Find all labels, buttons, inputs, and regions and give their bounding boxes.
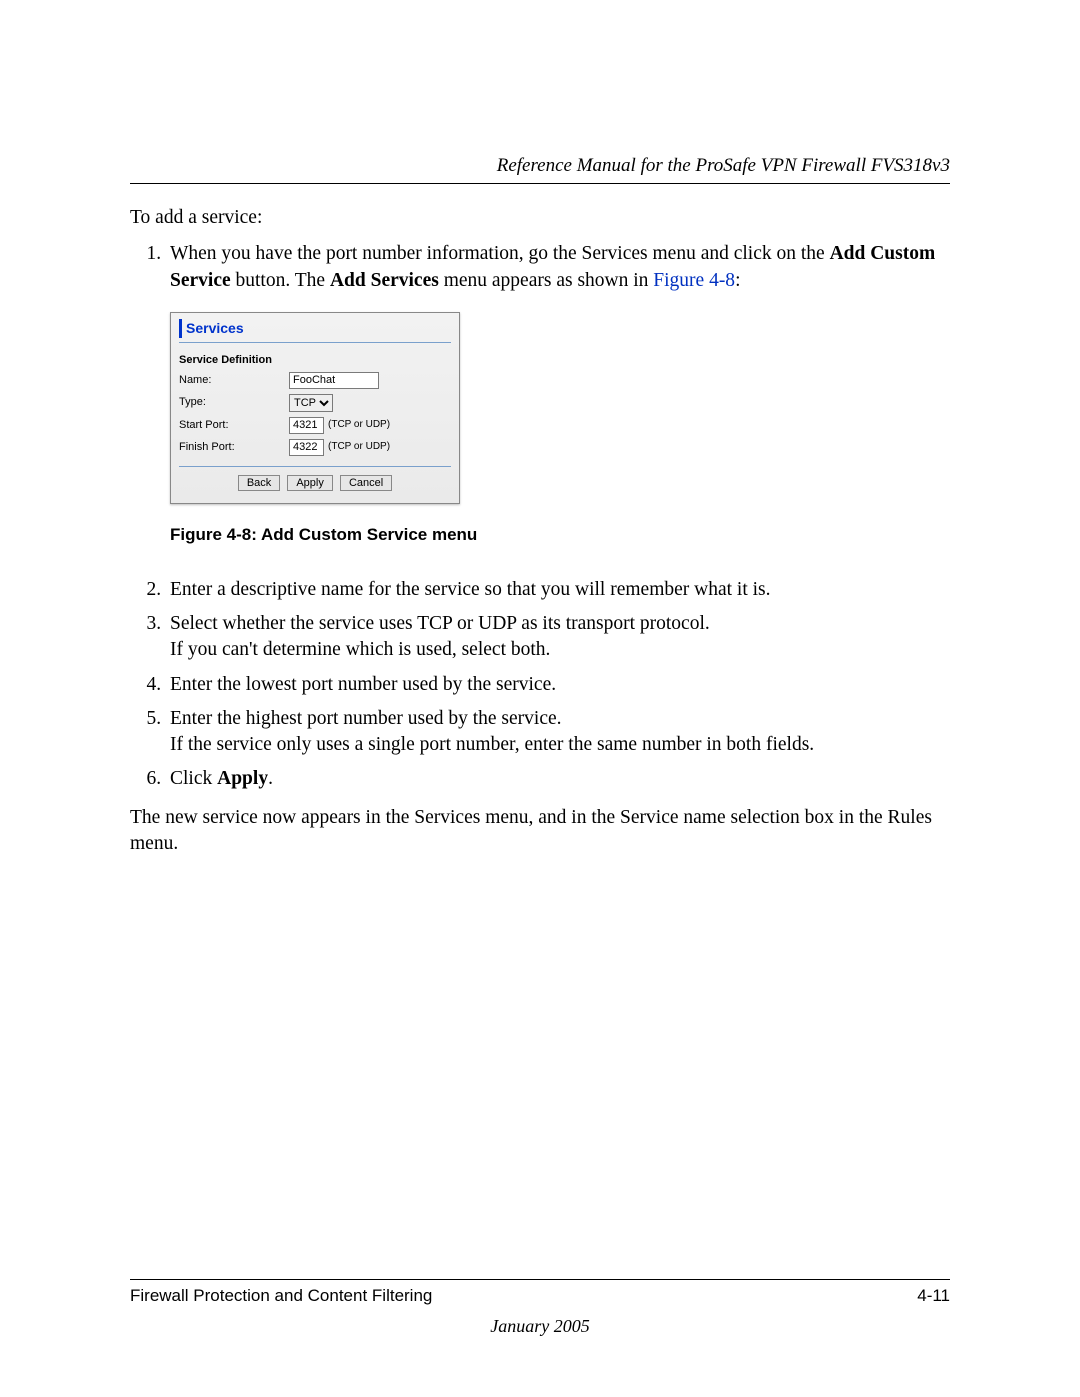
step1-pre: When you have the port number informatio… — [170, 243, 830, 264]
step5-line2: If the service only uses a single port n… — [170, 734, 814, 755]
step1-post: menu appears as shown in — [439, 270, 653, 291]
step-4: Enter the lowest port number used by the… — [166, 672, 950, 698]
step-1: When you have the port number informatio… — [166, 241, 950, 294]
panel-title: Services — [179, 319, 451, 338]
footer-page-number: 4-11 — [917, 1286, 950, 1306]
step-2: Enter a descriptive name for the service… — [166, 577, 950, 603]
panel-rule-top — [179, 342, 451, 343]
start-port-label: Start Port: — [179, 418, 289, 433]
finish-port-label: Finish Port: — [179, 440, 289, 455]
footer-left: Firewall Protection and Content Filterin… — [130, 1286, 432, 1306]
name-label: Name: — [179, 373, 289, 388]
figure-caption: Figure 4-8: Add Custom Service menu — [170, 524, 950, 547]
apply-button[interactable]: Apply — [287, 475, 333, 491]
step1-mid: button. The — [231, 270, 330, 291]
step1-colon: : — [735, 270, 740, 291]
services-panel: Services Service Definition Name: Type: … — [170, 312, 460, 504]
footer-rule — [130, 1279, 950, 1280]
start-port-input[interactable] — [289, 417, 324, 434]
back-button[interactable]: Back — [238, 475, 280, 491]
step-5: Enter the highest port number used by th… — [166, 706, 950, 759]
step3-line1: Select whether the service uses TCP or U… — [170, 613, 710, 634]
panel-section-label: Service Definition — [179, 353, 451, 368]
step3-line2: If you can't determine which is used, se… — [170, 639, 550, 660]
step-3: Select whether the service uses TCP or U… — [166, 611, 950, 664]
step6-post: . — [268, 768, 273, 789]
doc-header-title: Reference Manual for the ProSafe VPN Fir… — [130, 155, 950, 177]
name-input[interactable] — [289, 372, 379, 389]
step6-pre: Click — [170, 768, 217, 789]
cancel-button[interactable]: Cancel — [340, 475, 392, 491]
step6-bold: Apply — [217, 768, 268, 789]
header-rule — [130, 183, 950, 184]
step1-bold2: Add Services — [330, 270, 439, 291]
figure-link[interactable]: Figure 4-8 — [653, 270, 735, 291]
after-text: The new service now appears in the Servi… — [130, 805, 950, 858]
start-port-note: (TCP or UDP) — [328, 418, 390, 432]
type-label: Type: — [179, 395, 289, 410]
intro-text: To add a service: — [130, 205, 950, 231]
step5-line1: Enter the highest port number used by th… — [170, 708, 562, 729]
footer-date: January 2005 — [130, 1316, 950, 1337]
finish-port-input[interactable] — [289, 439, 324, 456]
finish-port-note: (TCP or UDP) — [328, 440, 390, 454]
type-select[interactable]: TCP — [289, 394, 333, 412]
step-6: Click Apply. — [166, 766, 950, 792]
